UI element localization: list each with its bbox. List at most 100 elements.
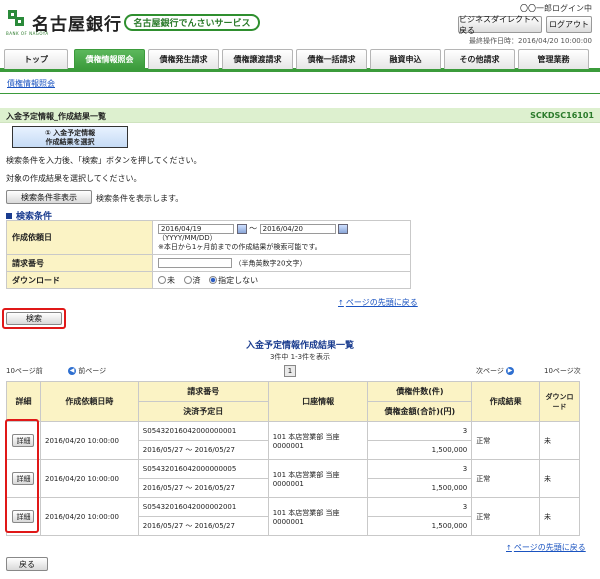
- cell-settlement: 2016/05/27 ～ 2016/05/27: [137, 516, 269, 536]
- cell-settlement: 2016/05/27 ～ 2016/05/27: [137, 478, 269, 498]
- screen-id: SCKDSC16101: [530, 111, 594, 120]
- radio-downloaded-label: 済: [192, 275, 201, 285]
- bank-logo-icon: [8, 10, 24, 26]
- bizdirect-back-button[interactable]: ビジネスダイレクトへ戻る: [458, 15, 542, 35]
- next-page: 次ページ ▶: [476, 367, 515, 375]
- last-operation-time: 最終操作日時：2016/04/20 10:00:00: [468, 37, 592, 45]
- logout-button[interactable]: ログアウト: [546, 16, 592, 33]
- toggle-note: 検索条件を表示します。: [96, 194, 184, 203]
- step-line-1: ① 入金予定情報: [44, 129, 96, 137]
- step-line-2: 作成結果を選択: [45, 138, 95, 146]
- cell-request-no: S05432016042000002001: [137, 497, 269, 517]
- th-count: 債権件数(件): [367, 381, 473, 402]
- cell-amount: 1,500,000: [367, 478, 473, 498]
- instruction-select: 対象の作成結果を選択してください。: [6, 174, 142, 183]
- detail-buttons-highlight: [5, 419, 39, 533]
- instruction-search: 検索条件を入力後、「検索」ボタンを押してください。: [6, 156, 202, 165]
- cell-settlement: 2016/05/27 ～ 2016/05/27: [137, 440, 269, 460]
- cell-download: 未: [539, 497, 580, 536]
- page-title: 入金予定情報_作成結果一覧: [6, 112, 106, 121]
- cell-amount: 1,500,000: [367, 516, 473, 536]
- cell-count: 3: [367, 421, 473, 441]
- cell-result: 正常: [471, 459, 541, 498]
- prev-10-pages: 10ページ前: [6, 367, 43, 375]
- cell-created-at: 2016/04/20 10:00:00: [39, 421, 139, 460]
- tab-top[interactable]: トップ: [4, 49, 68, 69]
- search-form: 作成依頼日 2016/04/19 ～ 2016/04/20 （YYYY/MM/D…: [6, 220, 411, 289]
- cell-download: 未: [539, 421, 580, 460]
- back-button[interactable]: 戻る: [6, 557, 48, 571]
- page-top-link-1[interactable]: ページの先頭に戻る: [338, 297, 418, 308]
- cell-account: 101 本店営業部 当座 0000001: [267, 497, 369, 536]
- date-format-hint: （YYYY/MM/DD）: [158, 234, 217, 242]
- th-account: 口座情報: [267, 381, 369, 422]
- cell-created-at: 2016/04/20 10:00:00: [39, 497, 139, 536]
- date-range-note: ※本日から1ヶ月前までの作成結果が検索可能です。: [158, 243, 322, 251]
- th-created-at: 作成依頼日時: [39, 381, 139, 422]
- request-no-note: （半角英数字20文字）: [234, 259, 307, 268]
- results-title: 入金予定情報作成結果一覧: [245, 341, 354, 351]
- date-to-input[interactable]: 2016/04/20: [259, 223, 336, 234]
- page-title-bar: 入金予定情報_作成結果一覧 SCKDSC16101: [0, 108, 600, 123]
- step-indicator: ① 入金予定情報 作成結果を選択: [12, 126, 128, 148]
- calendar-to-icon[interactable]: [338, 223, 349, 234]
- tab-claim-issue[interactable]: 債権発生請求: [148, 49, 219, 69]
- table-row: 詳細 2016/04/20 10:00:00 S0543201604200000…: [6, 497, 580, 536]
- cell-request-no: S05432016042000000005: [137, 459, 269, 479]
- cell-account: 101 本店営業部 当座 0000001: [267, 421, 369, 460]
- tab-claim-bulk[interactable]: 債権一括請求: [296, 49, 367, 69]
- radio-unspecified[interactable]: [209, 276, 218, 284]
- sub-navigation: 債権情報照会: [0, 72, 600, 94]
- tab-claim-inquiry[interactable]: 債権情報照会: [74, 49, 145, 69]
- cell-account: 101 本店営業部 当座 0000001: [267, 459, 369, 498]
- cell-amount: 1,500,000: [367, 440, 473, 460]
- creation-date-label: 作成依頼日: [6, 220, 153, 255]
- th-detail: 詳細: [6, 381, 41, 422]
- date-from-input[interactable]: 2016/04/19: [158, 223, 234, 234]
- cell-created-at: 2016/04/20 10:00:00: [39, 459, 139, 498]
- calendar-from-icon[interactable]: [236, 223, 247, 234]
- search-button[interactable]: 検索: [6, 312, 62, 325]
- radio-downloaded[interactable]: [183, 276, 192, 284]
- hide-conditions-button[interactable]: 検索条件非表示: [6, 190, 92, 204]
- logged-in-user: 〇〇一郎ログイン中: [520, 4, 592, 13]
- table-row: 詳細 2016/04/20 10:00:00 S0543201604200000…: [6, 459, 580, 498]
- tab-claim-transfer[interactable]: 債権譲渡請求: [222, 49, 293, 69]
- radio-unspecified-label: 指定しない: [218, 275, 259, 285]
- cell-download: 未: [539, 459, 580, 498]
- creation-date-cell: 2016/04/19 ～ 2016/04/20 （YYYY/MM/DD） ※本日…: [152, 220, 411, 255]
- results-table: 詳細 作成依頼日時 請求番号 口座情報 債権件数(件) 作成結果 ダウンロード …: [6, 381, 580, 536]
- page-top-link-2[interactable]: ページの先頭に戻る: [506, 542, 586, 553]
- bank-logo-sub: BANK OF NAGOYA: [6, 31, 49, 36]
- download-cell: 未 済 指定しない: [152, 271, 411, 289]
- request-no-cell: （半角英数字20文字）: [152, 254, 411, 272]
- tab-loan-application[interactable]: 融資申込: [370, 49, 441, 69]
- page-number-1[interactable]: 1: [284, 365, 296, 377]
- th-download: ダウンロード: [539, 381, 580, 422]
- date-separator: ～: [249, 224, 258, 233]
- tab-management[interactable]: 管理業務: [518, 49, 589, 69]
- prev-arrow-icon: ◀: [68, 367, 76, 375]
- th-result: 作成結果: [471, 381, 541, 422]
- section-square-icon: [6, 213, 12, 219]
- radio-not-downloaded[interactable]: [158, 276, 166, 284]
- results-count: 3件中 1-3件を表示: [269, 353, 331, 361]
- service-name-badge: 名古屋銀行でんさいサービス: [124, 14, 260, 31]
- cell-count: 3: [367, 497, 473, 517]
- tab-other-requests[interactable]: その他請求: [444, 49, 515, 69]
- table-row: 詳細 2016/04/20 10:00:00 S0543201604200000…: [6, 421, 580, 460]
- request-no-label: 請求番号: [6, 254, 153, 272]
- subnav-claim-inquiry-link[interactable]: 債権情報照会: [7, 78, 55, 89]
- download-label: ダウンロード: [6, 271, 153, 289]
- cell-result: 正常: [471, 497, 541, 536]
- next-10-pages: 10ページ次: [544, 367, 581, 375]
- request-no-input[interactable]: [158, 257, 232, 268]
- radio-not-downloaded-label: 未: [167, 275, 175, 285]
- next-arrow-icon: ▶: [506, 367, 515, 375]
- cell-count: 3: [367, 459, 473, 479]
- th-amount: 債権金額(合計)(円): [367, 401, 473, 422]
- prev-page: ◀ 前ページ: [68, 367, 107, 375]
- th-settlement-date: 決済予定日: [137, 401, 269, 422]
- cell-result: 正常: [471, 421, 541, 460]
- cell-request-no: S05432016042000000001: [137, 421, 269, 441]
